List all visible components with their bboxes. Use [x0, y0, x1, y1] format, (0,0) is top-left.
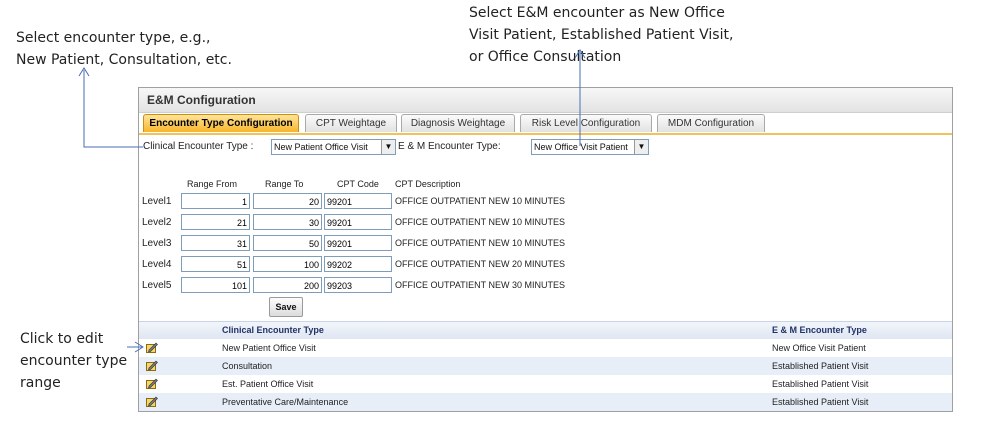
header-range-to: Range To: [265, 179, 304, 189]
em-encounter-type: Established Patient Visit: [772, 397, 869, 407]
cpt-description: OFFICE OUTPATIENT NEW 10 MINUTES: [395, 217, 566, 227]
cpt-code-input[interactable]: 99203: [324, 277, 392, 293]
em-encounter-type: Established Patient Visit: [772, 379, 869, 389]
callout-line: encounter type: [20, 353, 128, 369]
panel-header: E&M Configuration: [139, 88, 952, 113]
panel-title: E&M Configuration: [147, 93, 256, 107]
callout-line: or Office Consultation: [469, 49, 622, 65]
callout-line: Select encounter type, e.g.,: [16, 30, 211, 46]
cpt-code-input[interactable]: 99201: [324, 235, 392, 251]
em-encounter-type-label: E & M Encounter Type:: [398, 141, 501, 152]
callout-line: Click to edit: [20, 331, 104, 347]
tab-cpt-weightage[interactable]: CPT Weightage: [305, 114, 397, 132]
clinical-encounter-type: Consultation: [222, 361, 273, 371]
header-cpt-code: CPT Code: [337, 179, 379, 189]
chevron-down-icon[interactable]: ▼: [634, 140, 648, 154]
clinical-encounter-type: New Patient Office Visit: [222, 343, 316, 353]
tab-underline: [139, 133, 952, 135]
level-label: Level3: [142, 238, 172, 249]
clinical-encounter-type-label: Clinical Encounter Type :: [143, 141, 254, 152]
em-encounter-type: Established Patient Visit: [772, 361, 869, 371]
header-range-from: Range From: [187, 179, 238, 189]
selected-value: New Patient Office Visit: [274, 142, 368, 152]
cpt-code-input[interactable]: 99201: [324, 214, 392, 230]
encounter-type-list: Clinical Encounter Type E & M Encounter …: [139, 321, 952, 411]
edit-icon[interactable]: [146, 378, 158, 389]
header-clinical-encounter-type: Clinical Encounter Type: [222, 325, 324, 335]
edit-icon[interactable]: [146, 360, 158, 371]
callout-line: range: [20, 375, 61, 391]
em-encounter-type-select[interactable]: New Office Visit Patient ▼: [531, 139, 649, 155]
header-cpt-description: CPT Description: [395, 179, 461, 189]
edit-icon[interactable]: [146, 396, 158, 407]
range-from-input[interactable]: 31: [181, 235, 250, 251]
level-label: Level4: [142, 259, 172, 270]
em-encounter-type: New Office Visit Patient: [772, 343, 866, 353]
range-to-input[interactable]: 30: [253, 214, 322, 230]
tab-mdm-configuration[interactable]: MDM Configuration: [657, 114, 765, 132]
clinical-encounter-type: Preventative Care/Maintenance: [222, 397, 349, 407]
range-to-input[interactable]: 200: [253, 277, 322, 293]
list-header: Clinical Encounter Type E & M Encounter …: [139, 321, 952, 339]
range-to-input[interactable]: 20: [253, 193, 322, 209]
list-item: Est. Patient Office Visit Established Pa…: [139, 375, 952, 393]
cpt-description: OFFICE OUTPATIENT NEW 10 MINUTES: [395, 238, 566, 248]
header-em-encounter-type: E & M Encounter Type: [772, 325, 867, 335]
list-item: Preventative Care/Maintenance Establishe…: [139, 393, 952, 411]
clinical-encounter-type-select[interactable]: New Patient Office Visit ▼: [271, 139, 396, 155]
callout-line: Visit Patient, Established Patient Visit…: [469, 27, 734, 43]
range-from-input[interactable]: 21: [181, 214, 250, 230]
cpt-description: OFFICE OUTPATIENT NEW 20 MINUTES: [395, 259, 566, 269]
tab-encounter-type-configuration[interactable]: Encounter Type Configuration: [143, 114, 299, 132]
connector-line: [83, 70, 143, 148]
callout-em-encounter: Select E&M encounter as New Office Visit…: [469, 2, 769, 68]
range-from-input[interactable]: 101: [181, 277, 250, 293]
clinical-encounter-type: Est. Patient Office Visit: [222, 379, 314, 389]
callout-line: New Patient, Consultation, etc.: [16, 52, 232, 68]
edit-icon[interactable]: [146, 342, 158, 353]
cpt-description: OFFICE OUTPATIENT NEW 30 MINUTES: [395, 280, 566, 290]
range-to-input[interactable]: 50: [253, 235, 322, 251]
callout-line: Select E&M encounter as New Office: [469, 5, 725, 21]
range-to-input[interactable]: 100: [253, 256, 322, 272]
chevron-down-icon[interactable]: ▼: [381, 140, 395, 154]
level-label: Level5: [142, 280, 172, 291]
cpt-code-input[interactable]: 99202: [324, 256, 392, 272]
list-item: New Patient Office Visit New Office Visi…: [139, 339, 952, 357]
list-item: Consultation Established Patient Visit: [139, 357, 952, 375]
callout-edit-range: Click to edit encounter type range: [20, 328, 140, 394]
range-from-input[interactable]: 51: [181, 256, 250, 272]
save-button[interactable]: Save: [269, 297, 303, 317]
em-configuration-panel: E&M Configuration Encounter Type Configu…: [138, 87, 953, 412]
callout-encounter-type: Select encounter type, e.g., New Patient…: [16, 27, 276, 71]
level-label: Level2: [142, 217, 172, 228]
level-label: Level1: [142, 196, 172, 207]
range-from-input[interactable]: 1: [181, 193, 250, 209]
cpt-code-input[interactable]: 99201: [324, 193, 392, 209]
tab-risk-level-configuration[interactable]: Risk Level Configuration: [520, 114, 652, 132]
cpt-description: OFFICE OUTPATIENT NEW 10 MINUTES: [395, 196, 566, 206]
tab-diagnosis-weightage[interactable]: Diagnosis Weightage: [401, 114, 515, 132]
selected-value: New Office Visit Patient: [534, 142, 628, 152]
